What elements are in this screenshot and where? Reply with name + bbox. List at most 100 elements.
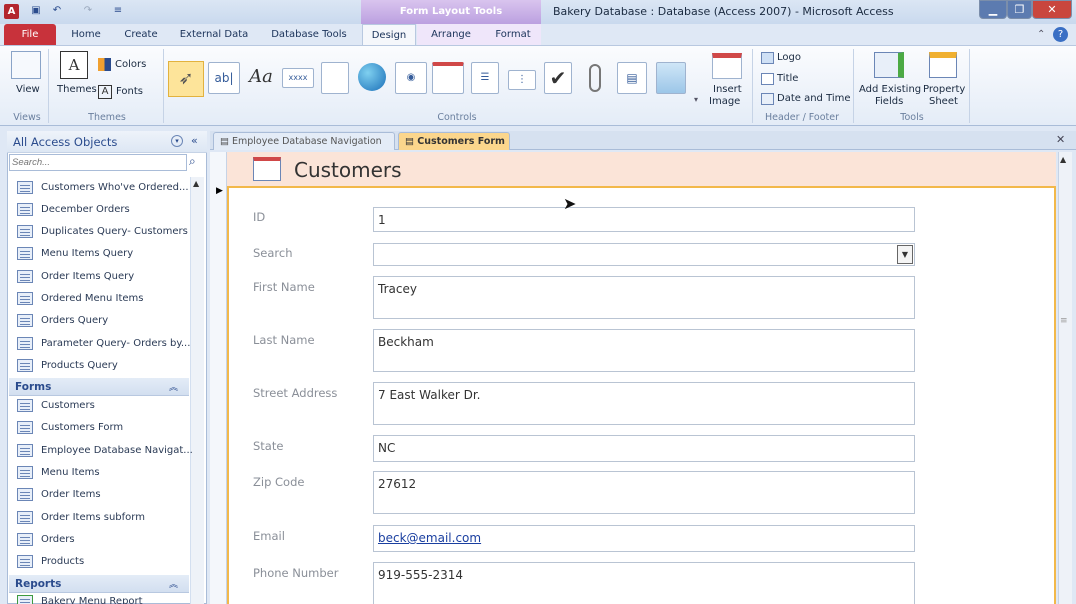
doc-tab-employee-navigation[interactable]: ▤ Employee Database Navigation bbox=[213, 132, 395, 150]
nav-item-query[interactable]: Orders Query bbox=[17, 310, 108, 332]
scroll-up-icon[interactable]: ▲ bbox=[1060, 155, 1066, 164]
textbox-control-icon[interactable]: ab| bbox=[208, 62, 240, 94]
insert-image-label-1[interactable]: Insert bbox=[713, 84, 742, 95]
view-icon[interactable] bbox=[11, 51, 41, 79]
logo-button[interactable]: Logo bbox=[777, 52, 801, 63]
nav-item-form[interactable]: Orders bbox=[17, 529, 75, 551]
nav-item-form[interactable]: Menu Items bbox=[17, 462, 100, 484]
nav-item-report[interactable]: Bakery Menu Report bbox=[17, 591, 143, 604]
id-field[interactable]: 1 bbox=[373, 207, 915, 232]
colors-icon[interactable] bbox=[98, 58, 111, 71]
minimize-button[interactable]: ▁ bbox=[979, 0, 1007, 19]
dropdown-arrow-icon[interactable]: ▼ bbox=[897, 245, 913, 264]
phone-number-field[interactable]: 919-555-2314 bbox=[373, 562, 915, 604]
tab-home[interactable]: Home bbox=[63, 24, 109, 45]
first-name-field[interactable]: Tracey bbox=[373, 276, 915, 319]
collapse-chevron-icon[interactable]: ︽ bbox=[169, 380, 178, 393]
button-control-icon[interactable]: xxxx bbox=[282, 68, 314, 88]
email-field[interactable]: beck@email.com bbox=[373, 525, 915, 552]
nav-item-form[interactable]: Customers Form bbox=[17, 417, 123, 439]
record-selector[interactable] bbox=[210, 152, 227, 604]
tab-file[interactable]: File bbox=[4, 24, 56, 45]
tab-control-icon[interactable] bbox=[321, 62, 349, 94]
list-box-icon[interactable]: ▤ bbox=[617, 62, 647, 94]
tab-format[interactable]: Format bbox=[485, 24, 541, 45]
property-sheet-label-2[interactable]: Sheet bbox=[929, 96, 958, 107]
nav-section-forms[interactable]: Forms bbox=[9, 378, 189, 396]
nav-item-query[interactable]: December Orders bbox=[17, 199, 130, 221]
property-sheet-label-1[interactable]: Property bbox=[923, 84, 965, 95]
checkbox-control-icon[interactable]: ✔ bbox=[544, 62, 572, 94]
add-existing-fields-icon[interactable] bbox=[874, 52, 904, 78]
date-time-icon[interactable] bbox=[761, 93, 774, 105]
undo-icon[interactable]: ↶ bbox=[51, 5, 63, 17]
nav-menu-chevron-icon[interactable]: ▾ bbox=[171, 135, 183, 147]
doc-tab-customers-form[interactable]: ▤ Customers Form bbox=[398, 132, 510, 150]
web-browser-control-icon[interactable]: ◉ bbox=[395, 62, 427, 94]
tab-create[interactable]: Create bbox=[115, 24, 167, 45]
nav-scrollbar[interactable] bbox=[190, 177, 204, 604]
insert-image-label-2[interactable]: Image bbox=[709, 96, 740, 107]
close-window-button[interactable]: ✕ bbox=[1032, 0, 1072, 19]
tab-design[interactable]: Design bbox=[362, 24, 416, 45]
search-icon[interactable]: ⌕ bbox=[189, 154, 196, 169]
tab-arrange[interactable]: Arrange bbox=[417, 24, 485, 45]
collapse-chevron-icon[interactable]: ︽ bbox=[169, 577, 178, 590]
nav-item-query[interactable]: Products Query bbox=[17, 355, 118, 377]
option-group-icon[interactable]: ☰ bbox=[471, 62, 499, 94]
nav-item-query[interactable]: Duplicates Query- Customers bbox=[17, 221, 188, 243]
select-pointer-icon[interactable]: ➶ bbox=[168, 61, 204, 97]
nav-scroll-up-icon[interactable]: ▲ bbox=[193, 179, 199, 188]
themes-icon[interactable]: A bbox=[60, 51, 88, 79]
title-button[interactable]: Title bbox=[777, 73, 798, 84]
add-existing-fields-label-1[interactable]: Add Existing bbox=[859, 84, 921, 95]
attachment-icon[interactable] bbox=[589, 64, 601, 92]
zip-code-field[interactable]: 27612 bbox=[373, 471, 915, 514]
nav-item-query[interactable]: Menu Items Query bbox=[17, 243, 133, 265]
redo-icon[interactable]: ↷ bbox=[82, 5, 94, 17]
add-existing-fields-label-2[interactable]: Fields bbox=[875, 96, 903, 107]
customize-qat-icon[interactable]: ≡ bbox=[112, 5, 124, 17]
access-app-icon[interactable]: A bbox=[4, 4, 19, 19]
controls-more-icon[interactable]: ▾ bbox=[694, 95, 698, 104]
nav-item-query[interactable]: Order Items Query bbox=[17, 266, 134, 288]
save-icon[interactable]: ▣ bbox=[30, 5, 42, 17]
nav-item-query[interactable]: Customers Who've Ordered... bbox=[17, 177, 189, 199]
last-name-field[interactable]: Beckham bbox=[373, 329, 915, 372]
nav-item-query[interactable]: Ordered Menu Items bbox=[17, 288, 144, 310]
ribbon-collapse-icon[interactable]: ⌃ bbox=[1037, 29, 1045, 40]
help-icon[interactable]: ? bbox=[1053, 27, 1068, 42]
date-time-button[interactable]: Date and Time bbox=[777, 93, 851, 104]
nav-item-form[interactable]: Products bbox=[17, 551, 84, 573]
image-control-icon[interactable] bbox=[656, 62, 686, 94]
shutter-bar-close-icon[interactable]: « bbox=[191, 134, 198, 147]
page-break-icon[interactable]: ⋮ bbox=[508, 70, 536, 90]
maximize-button[interactable]: ❐ bbox=[1007, 0, 1032, 19]
insert-image-icon[interactable] bbox=[712, 53, 742, 79]
street-address-field[interactable]: 7 East Walker Dr. bbox=[373, 382, 915, 425]
logo-icon[interactable] bbox=[761, 52, 774, 64]
nav-item-form[interactable]: Order Items subform bbox=[17, 507, 145, 529]
view-button-label[interactable]: View bbox=[16, 84, 40, 95]
tab-external-data[interactable]: External Data bbox=[172, 24, 256, 45]
tab-database-tools[interactable]: Database Tools bbox=[262, 24, 356, 45]
fonts-button[interactable]: Fonts bbox=[116, 86, 143, 97]
label-control-icon[interactable]: Aa bbox=[245, 62, 277, 94]
nav-item-form[interactable]: Order Items bbox=[17, 484, 101, 506]
state-field[interactable]: NC bbox=[373, 435, 915, 462]
title-icon[interactable] bbox=[761, 73, 774, 85]
scroll-grip-icon[interactable]: ≡ bbox=[1060, 316, 1068, 326]
colors-button[interactable]: Colors bbox=[115, 59, 146, 70]
form-vertical-scrollbar[interactable] bbox=[1058, 152, 1072, 604]
close-document-icon[interactable]: ✕ bbox=[1056, 133, 1065, 146]
property-sheet-icon[interactable] bbox=[929, 52, 957, 78]
navigation-pane-title[interactable]: All Access Objects bbox=[13, 135, 117, 149]
fonts-icon[interactable]: A bbox=[98, 85, 112, 99]
nav-item-query[interactable]: Parameter Query- Orders by... bbox=[17, 333, 190, 355]
search-combobox[interactable] bbox=[373, 243, 915, 266]
navigation-search-input[interactable] bbox=[9, 154, 187, 171]
hyperlink-globe-icon[interactable] bbox=[358, 63, 386, 91]
nav-item-form[interactable]: Customers bbox=[17, 395, 95, 417]
nav-item-form[interactable]: Employee Database Navigat... bbox=[17, 440, 193, 462]
themes-button-label[interactable]: Themes bbox=[57, 84, 97, 95]
